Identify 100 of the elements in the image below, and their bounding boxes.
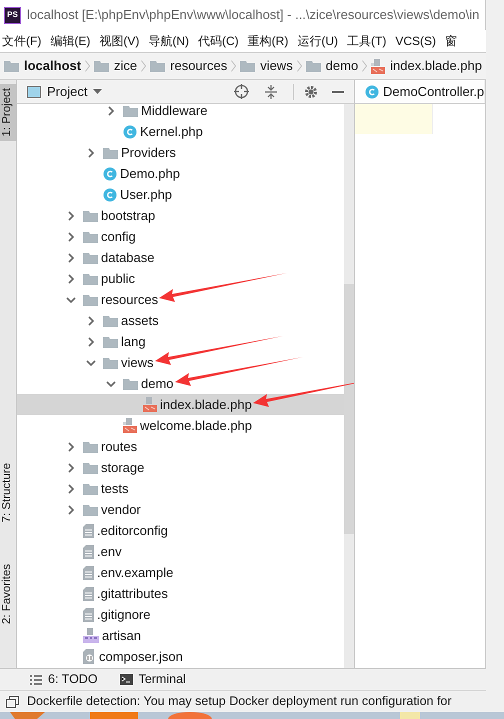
menu-item[interactable]: 代码(C) <box>198 32 239 50</box>
folder-icon <box>103 356 118 368</box>
tree-item-label[interactable]: Providers <box>121 144 176 160</box>
tree-item-label[interactable]: composer.json <box>99 648 183 664</box>
tool-window-tab[interactable]: 1: Project <box>0 84 16 141</box>
tool-window-button[interactable]: Terminal <box>120 670 186 689</box>
blade-file-icon <box>123 418 137 433</box>
scrollbar-thumb[interactable] <box>344 284 354 534</box>
tree-item-label[interactable]: Kernel.php <box>140 124 203 139</box>
menu-item[interactable]: 文件(F) <box>2 32 42 50</box>
menu-item[interactable]: 编辑(E) <box>50 32 90 50</box>
text-file-icon <box>83 608 94 622</box>
tree-item-label[interactable]: welcome.blade.php <box>140 418 252 433</box>
selected-row-highlight[interactable] <box>17 394 344 415</box>
tree-item-label[interactable]: .env <box>97 544 122 559</box>
folder-icon <box>83 210 98 222</box>
menu-item[interactable]: 工具(T) <box>347 32 386 50</box>
tree-item-label[interactable]: .gitignore <box>97 606 150 622</box>
folder-icon <box>83 252 98 264</box>
folder-icon <box>103 146 118 158</box>
collapsed-chevron-icon[interactable] <box>66 252 76 262</box>
tree-item-label[interactable]: storage <box>101 460 144 475</box>
tree-item-label[interactable]: routes <box>101 438 138 454</box>
menu-item[interactable]: 窗 <box>445 32 458 50</box>
tree-item-label[interactable]: Middleware <box>141 104 208 118</box>
tree-item-label[interactable]: tests <box>101 480 128 496</box>
tree-item-label[interactable]: .gitattributes <box>97 586 168 601</box>
expanded-chevron-icon[interactable] <box>106 378 116 388</box>
terminal-icon <box>120 674 133 685</box>
tree-item-label[interactable]: database <box>101 250 154 265</box>
tree-item-label[interactable]: views <box>121 354 154 370</box>
menu-item[interactable]: VCS(S) <box>395 32 436 50</box>
locate-icon[interactable] <box>234 84 249 99</box>
window-title: localhost [E:\phpEnv\phpEnv\www\localhost] - ...\zice\resources\views\demo\in <box>27 6 480 24</box>
json-file-icon <box>83 649 96 664</box>
tree-item-label[interactable]: assets <box>121 312 159 328</box>
class-icon <box>365 84 379 98</box>
tree-item-label[interactable]: index.blade.php <box>160 396 252 412</box>
collapsed-chevron-icon[interactable] <box>66 274 76 284</box>
tree-item-label[interactable]: bootstrap <box>101 208 156 223</box>
tool-window-tab[interactable]: 2: Favorites <box>0 560 16 628</box>
tree-item-label[interactable]: public <box>101 270 135 286</box>
menu-item[interactable]: 导航(N) <box>148 32 189 50</box>
breadcrumb-item[interactable]: localhost <box>4 56 82 76</box>
tree-item-label[interactable]: User.php <box>120 186 172 202</box>
tree-item-label[interactable]: artisan <box>102 628 142 643</box>
php-file-icon <box>83 628 99 643</box>
breadcrumb-item[interactable]: views <box>240 56 293 76</box>
collapsed-chevron-icon[interactable] <box>66 232 76 242</box>
folder-icon <box>83 230 98 242</box>
tree-item-label[interactable]: resources <box>101 292 158 307</box>
list-icon <box>30 674 42 684</box>
folder-icon <box>103 336 118 348</box>
status-message: Dockerfile detection: You may setup Docker deployment run configuration for <box>27 693 452 710</box>
settings-icon[interactable] <box>304 84 318 98</box>
caret-icon[interactable] <box>93 88 102 94</box>
breadcrumb-item[interactable]: resources <box>150 56 228 76</box>
expanded-chevron-icon[interactable] <box>66 294 76 304</box>
menu-item[interactable]: 视图(V) <box>99 32 140 50</box>
event-log-icon[interactable] <box>6 696 19 708</box>
tree-item-label[interactable]: lang <box>121 334 146 349</box>
breadcrumb-item[interactable]: index.blade.php <box>371 56 482 76</box>
text-file-icon <box>83 566 94 580</box>
collapsed-chevron-icon[interactable] <box>86 316 96 326</box>
breadcrumb-item[interactable]: demo <box>306 56 358 76</box>
collapsed-chevron-icon[interactable] <box>66 442 76 452</box>
tool-window-tab[interactable]: 7: Structure <box>0 458 16 526</box>
breadcrumb-item[interactable]: zice <box>94 56 138 76</box>
folder-icon <box>240 60 256 72</box>
scrollbar-track[interactable] <box>344 104 354 668</box>
collapsed-chevron-icon[interactable] <box>106 106 116 116</box>
menu-item[interactable]: 重构(R) <box>248 32 288 50</box>
collapsed-chevron-icon[interactable] <box>66 210 76 220</box>
chevron-icon <box>141 59 146 73</box>
folder-icon <box>306 60 321 72</box>
folder-icon <box>83 440 98 452</box>
collapsed-chevron-icon[interactable] <box>86 336 96 346</box>
chevron-icon <box>362 59 368 73</box>
tree-item-label[interactable]: vendor <box>101 502 141 517</box>
folder-icon <box>83 462 98 474</box>
menu-item[interactable]: 运行(U) <box>297 32 338 50</box>
folder-icon <box>83 272 98 284</box>
tool-window-button[interactable]: 6: TODO <box>30 670 98 689</box>
panel-title[interactable]: Project <box>47 82 88 102</box>
collapsed-chevron-icon[interactable] <box>66 504 76 514</box>
editor-tab[interactable]: DemoController.p <box>355 80 484 103</box>
tree-item-label[interactable]: Demo.php <box>120 166 180 181</box>
collapsed-chevron-icon[interactable] <box>86 148 96 158</box>
collapse-all-icon[interactable] <box>265 84 277 98</box>
tree-item-label[interactable]: .editorconfig <box>97 522 168 538</box>
expanded-chevron-icon[interactable] <box>86 358 96 368</box>
tree-item-label[interactable]: .env.example <box>97 564 174 580</box>
chevron-icon <box>231 59 236 73</box>
folder-icon <box>94 60 110 72</box>
tree-item-label[interactable]: demo <box>141 376 174 391</box>
collapsed-chevron-icon[interactable] <box>66 462 76 472</box>
chevron-icon <box>296 59 302 73</box>
collapsed-chevron-icon[interactable] <box>66 484 76 494</box>
tree-item-label[interactable]: config <box>101 228 136 244</box>
project-view-icon <box>27 86 41 98</box>
